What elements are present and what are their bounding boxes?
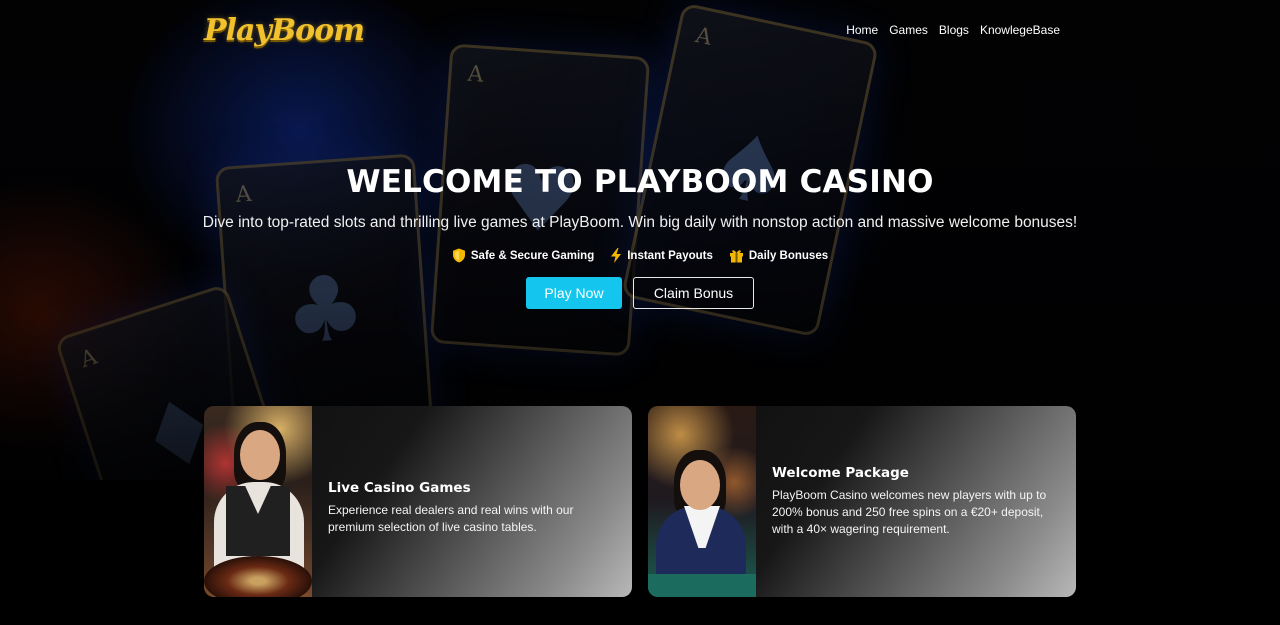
lightning-icon — [610, 248, 622, 263]
playboom-logo[interactable]: PlayBoom — [204, 13, 365, 48]
play-now-button[interactable]: Play Now — [526, 277, 622, 309]
promo-title: Welcome Package — [772, 465, 909, 481]
hero-actions: Play Now Claim Bonus — [0, 277, 1280, 309]
gift-icon — [729, 248, 744, 263]
welcome-dealer-image — [648, 406, 756, 597]
nav-link-games[interactable]: Games — [889, 23, 928, 37]
feature-safe-secure: Safe & Secure Gaming — [452, 248, 594, 263]
claim-bonus-button[interactable]: Claim Bonus — [633, 277, 754, 309]
promo-cards: Live Casino Games Experience real dealer… — [204, 406, 1076, 597]
promo-card-live-casino[interactable]: Live Casino Games Experience real dealer… — [204, 406, 632, 597]
promo-description: Experience real dealers and real wins wi… — [328, 502, 574, 534]
live-dealer-image — [204, 406, 312, 597]
nav-link-blogs[interactable]: Blogs — [939, 23, 969, 37]
feature-label: Daily Bonuses — [748, 249, 829, 262]
feature-list: Safe & Secure Gaming Instant Payouts Dai… — [0, 248, 1280, 263]
nav-link-home[interactable]: Home — [846, 23, 878, 37]
casino-table — [648, 574, 756, 597]
feature-daily-bonuses: Daily Bonuses — [729, 248, 828, 263]
feature-label: Safe & Secure Gaming — [470, 249, 595, 262]
promo-text: Welcome Package PlayBoom Casino welcomes… — [756, 406, 1076, 597]
promo-description: PlayBoom Casino welcomes new players wit… — [772, 488, 1047, 536]
hero-subtitle: Dive into top-rated slots and thrilling … — [202, 214, 1078, 231]
promo-title: Live Casino Games — [328, 479, 471, 496]
promo-text: Live Casino Games Experience real dealer… — [312, 406, 632, 597]
promo-card-welcome-package[interactable]: Welcome Package PlayBoom Casino welcomes… — [648, 406, 1076, 597]
top-navigation: PlayBoom Home Games Blogs KnowlegeBase — [204, 8, 1064, 52]
hero-content: WELCOME TO PLAYBOOM CASINO Dive into top… — [0, 160, 1280, 309]
nav-link-knowledgebase[interactable]: KnowlegeBase — [980, 23, 1060, 37]
feature-instant-payouts: Instant Payouts — [610, 248, 713, 263]
nav-links: Home Games Blogs KnowlegeBase — [846, 23, 1060, 37]
hero-title: WELCOME TO PLAYBOOM CASINO — [346, 164, 934, 200]
feature-label: Instant Payouts — [627, 249, 713, 262]
shield-icon — [452, 248, 466, 263]
